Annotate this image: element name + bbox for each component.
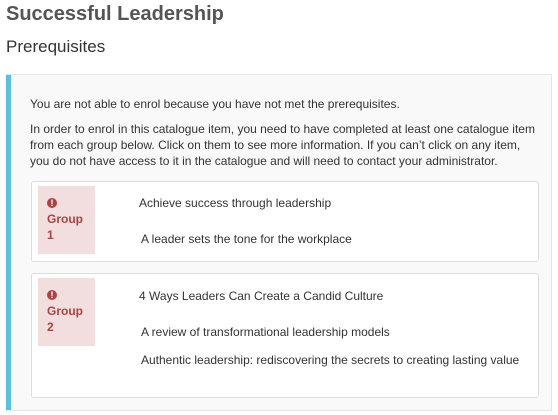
group-badge-1: ! Group 1	[38, 186, 95, 254]
group-number: 2	[47, 320, 54, 334]
panel-accent-bar	[6, 75, 11, 410]
page-title: Successful Leadership	[6, 3, 224, 25]
catalogue-item-link[interactable]: Achieve success through leadership	[139, 195, 331, 211]
group-card-1: ! Group 1 Achieve success through leader…	[31, 181, 539, 262]
catalogue-item-link[interactable]: Authentic leadership: rediscovering the …	[141, 352, 521, 368]
group-label: Group	[47, 212, 83, 226]
catalogue-item-link[interactable]: 4 Ways Leaders Can Create a Candid Cultu…	[139, 288, 383, 304]
prerequisites-panel: You are not able to enrol because you ha…	[6, 74, 552, 411]
prerequisite-warning-text: You are not able to enrol because you ha…	[30, 97, 400, 111]
group-card-2: ! Group 2 4 Ways Leaders Can Create a Ca…	[31, 273, 539, 398]
prerequisite-instructions-text: In order to enrol in this catalogue item…	[30, 122, 535, 168]
group-number: 1	[47, 228, 54, 242]
exclamation-circle-icon: !	[47, 290, 57, 300]
group-label: Group	[47, 304, 83, 318]
section-title: Prerequisites	[6, 37, 106, 56]
exclamation-circle-icon: !	[47, 198, 57, 208]
group-badge-2: ! Group 2	[38, 278, 95, 346]
catalogue-item-link[interactable]: A review of transformational leadership …	[141, 324, 390, 340]
catalogue-item-link[interactable]: A leader sets the tone for the workplace	[141, 231, 352, 247]
